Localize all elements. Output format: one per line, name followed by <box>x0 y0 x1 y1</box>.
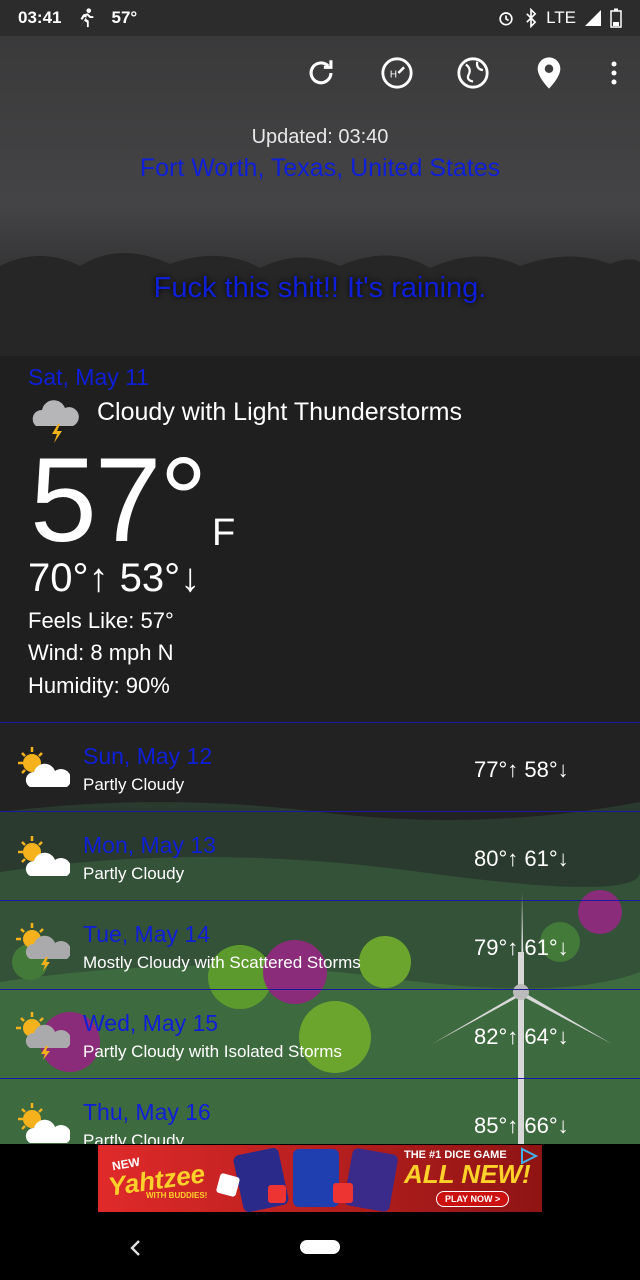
radar-icon <box>457 57 489 89</box>
feels-like: Feels Like: 57° <box>28 608 174 633</box>
ad-banner[interactable]: NEW Yahtzee WITH BUDDIES! THE #1 DICE GA… <box>98 1145 542 1213</box>
ad-headline: ALL NEW! <box>404 1159 531 1189</box>
location-label[interactable]: Fort Worth, Texas, United States <box>0 154 640 183</box>
svg-text:H: H <box>390 69 397 80</box>
forecast-row[interactable]: Mon, May 13 Partly Cloudy 80°↑ 61°↓ <box>0 811 640 900</box>
forecast-row[interactable]: Sun, May 12 Partly Cloudy 77°↑ 58°↓ <box>0 722 640 811</box>
current-condition: Cloudy with Light Thunderstorms <box>97 398 462 426</box>
sun-storm-icon <box>16 1012 70 1060</box>
radar-button[interactable] <box>454 54 492 92</box>
activity-runner-icon <box>80 8 94 28</box>
temperature-unit[interactable]: F <box>212 512 235 555</box>
partly-cloudy-icon <box>18 836 70 876</box>
location-button[interactable] <box>530 54 568 92</box>
forecast-row[interactable]: Thu, May 16 Partly Cloudy 85°↑ 66°↓ <box>0 1078 640 1145</box>
battery-icon <box>610 8 622 28</box>
back-button[interactable] <box>128 1234 142 1265</box>
network-label: LTE <box>546 8 576 27</box>
alarm-icon <box>499 12 513 26</box>
forecast-condition: Partly Cloudy <box>83 1131 185 1145</box>
hourly-button[interactable]: H <box>378 54 416 92</box>
forecast-date: Sun, May 12 <box>83 743 213 769</box>
status-time: 03:41 <box>18 8 62 27</box>
location-pin-icon <box>537 57 561 89</box>
wind: Wind: 8 mph N <box>28 640 174 665</box>
ad-with-buddies: WITH BUDDIES! <box>146 1191 208 1200</box>
forecast-temps: 77°↑ 58°↓ <box>474 757 569 782</box>
forecast-date: Tue, May 14 <box>83 921 210 947</box>
forecast-date: Thu, May 16 <box>83 1099 211 1125</box>
home-button[interactable] <box>300 1240 340 1254</box>
bluetooth-icon <box>526 8 537 28</box>
forecast-row[interactable]: Tue, May 14 Mostly Cloudy with Scattered… <box>0 900 640 989</box>
current-temperature: 57° <box>30 433 207 567</box>
forecast-temps: 85°↑ 66°↓ <box>474 1113 569 1138</box>
forecast-condition: Mostly Cloudy with Scattered Storms <box>83 953 361 972</box>
weather-message: Fuck this shit!! It's raining. <box>153 272 487 304</box>
hourly-clock-icon: H <box>381 57 413 89</box>
refresh-icon <box>309 60 333 85</box>
navigation-bar <box>0 1212 640 1280</box>
forecast-condition: Partly Cloudy <box>83 864 185 883</box>
ad-play-button[interactable]: PLAY NOW > <box>436 1191 510 1207</box>
adchoices-icon[interactable] <box>520 1147 540 1165</box>
partly-cloudy-icon <box>18 747 70 787</box>
refresh-button[interactable] <box>302 54 340 92</box>
signal-icon <box>585 10 601 26</box>
current-high-low: 70°↑ 53°↓ <box>28 556 201 600</box>
forecast-temps: 80°↑ 61°↓ <box>474 846 569 871</box>
updated-time: Updated: 03:40 <box>251 126 389 148</box>
overflow-menu-button[interactable] <box>606 54 622 92</box>
toolbar: H <box>302 52 640 94</box>
partly-cloudy-icon <box>18 1103 70 1143</box>
status-bar: 03:41 57° LTE <box>0 0 640 36</box>
current-date: Sat, May 11 <box>28 364 150 390</box>
more-vert-icon <box>611 61 617 85</box>
forecast-temps: 79°↑ 61°↓ <box>474 935 569 960</box>
forecast-date: Wed, May 15 <box>83 1010 219 1036</box>
forecast-condition: Partly Cloudy with Isolated Storms <box>83 1042 342 1061</box>
status-temp: 57° <box>111 8 138 27</box>
forecast-row[interactable]: Wed, May 15 Partly Cloudy with Isolated … <box>0 989 640 1078</box>
forecast-temps: 82°↑ 64°↓ <box>474 1024 569 1049</box>
forecast-date: Mon, May 13 <box>83 832 216 858</box>
back-chevron-icon <box>130 1240 140 1256</box>
sun-storm-icon <box>16 923 70 971</box>
humidity: Humidity: 90% <box>28 673 170 698</box>
forecast-condition: Partly Cloudy <box>83 775 185 794</box>
